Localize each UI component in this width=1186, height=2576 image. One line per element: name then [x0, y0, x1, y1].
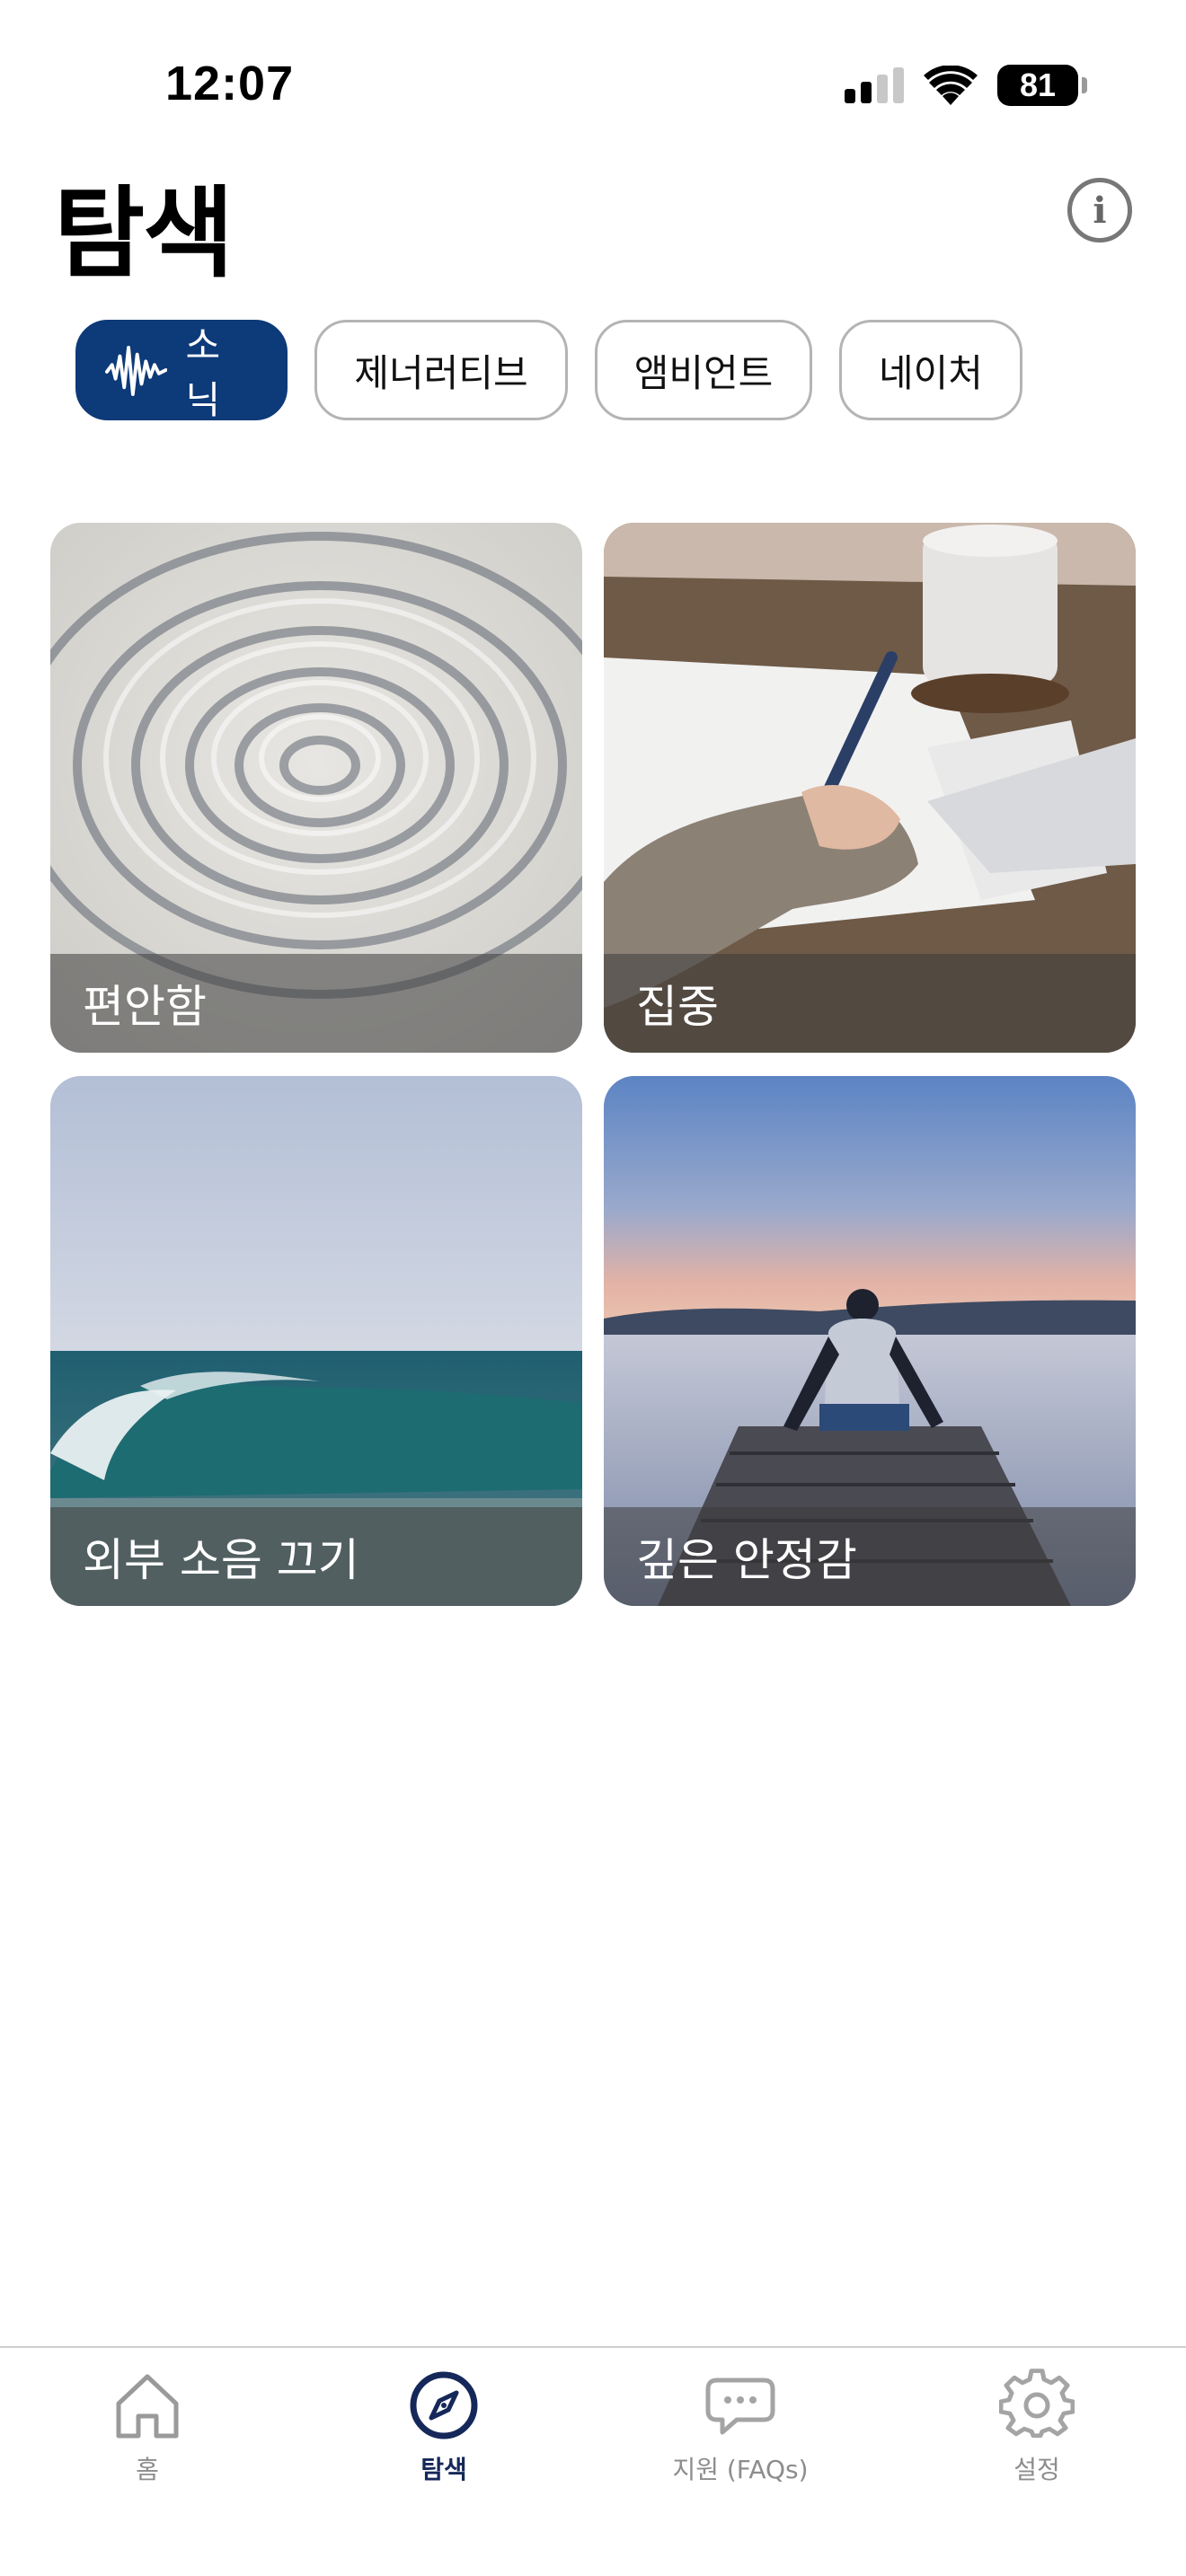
card-label: 편안함	[83, 981, 207, 1033]
battery-cap	[1082, 77, 1087, 93]
signal-icon	[845, 67, 904, 103]
status-bar: 12:07 81	[0, 0, 1186, 171]
chip-label: 네이처	[879, 350, 983, 395]
page-title: 탐색	[54, 176, 234, 291]
card-comfort[interactable]: 편안함	[50, 523, 582, 1053]
chat-bubble-icon	[705, 2378, 775, 2435]
status-time: 12:07	[165, 57, 295, 110]
chip-ambient[interactable]: 앰비언트	[595, 320, 812, 420]
gear-icon	[999, 2369, 1075, 2439]
tab-label: 설정	[1013, 2455, 1060, 2484]
home-icon	[116, 2374, 179, 2439]
tab-support[interactable]: 지원 (FAQs)	[624, 2368, 857, 2486]
chip-label: 소닉	[185, 323, 221, 422]
tab-bar: 홈 탐색 지원 (FAQs) 설정	[0, 2346, 1186, 2576]
chip-label: 제너러티브	[354, 350, 528, 395]
tab-explore[interactable]: 탐색	[327, 2368, 561, 2486]
tab-settings[interactable]: 설정	[920, 2368, 1154, 2486]
battery-level: 81	[1019, 66, 1057, 103]
chip-label: 앰비언트	[633, 350, 774, 395]
card-label: 외부 소음 끄기	[83, 1534, 359, 1586]
card-focus[interactable]: 집중	[604, 523, 1136, 1053]
chip-generative[interactable]: 제너러티브	[314, 320, 568, 420]
chip-sonic[interactable]: 소닉	[75, 320, 288, 422]
wifi-icon	[924, 66, 978, 105]
card-deep-calm[interactable]: 깊은 안정감	[604, 1076, 1136, 1606]
info-button[interactable]: i	[1067, 178, 1132, 243]
info-icon: i	[1093, 189, 1107, 232]
status-icons: 81	[845, 63, 1087, 108]
tab-label: 탐색	[420, 2455, 467, 2484]
card-caption: 깊은 안정감	[604, 1507, 1136, 1606]
waveform-icon	[105, 345, 168, 396]
chip-nature[interactable]: 네이처	[839, 320, 1022, 420]
battery-icon: 81	[997, 65, 1087, 106]
card-block-noise[interactable]: 외부 소음 끄기	[50, 1076, 582, 1606]
card-caption: 편안함	[50, 954, 582, 1053]
card-caption: 외부 소음 끄기	[50, 1507, 582, 1606]
card-caption: 집중	[604, 954, 1136, 1053]
card-label: 집중	[636, 981, 719, 1033]
sound-card-grid: 편안함 집중 외부 소음 끄기 깊은 안정감	[50, 523, 1136, 1606]
category-filter-chips: 소닉 제너러티브 앰비언트 네이처	[75, 320, 1022, 422]
tab-label: 홈	[136, 2455, 159, 2484]
tab-label: 지원 (FAQs)	[672, 2455, 809, 2484]
card-label: 깊은 안정감	[636, 1534, 857, 1586]
tab-home[interactable]: 홈	[31, 2368, 264, 2486]
compass-icon	[410, 2371, 478, 2439]
